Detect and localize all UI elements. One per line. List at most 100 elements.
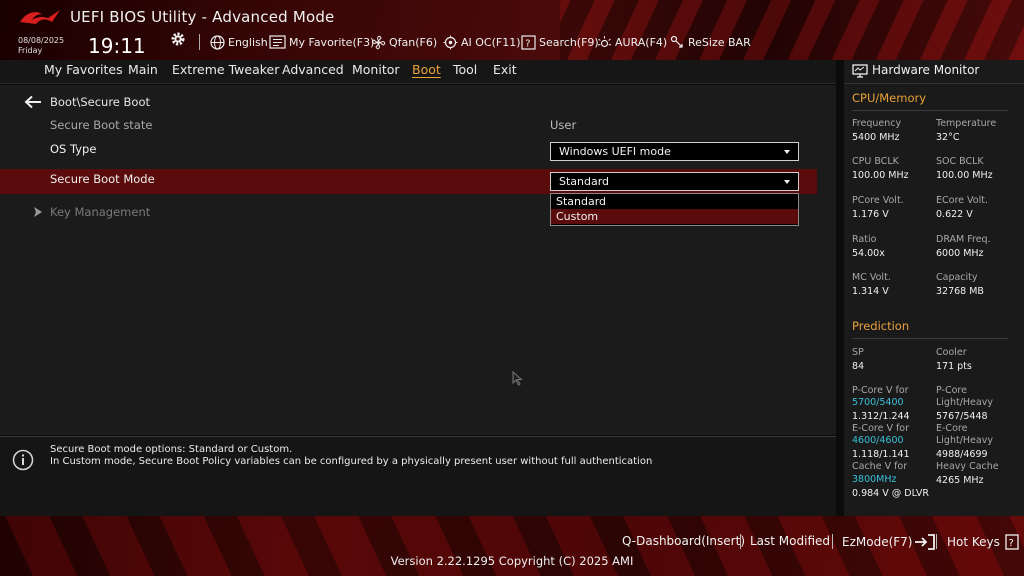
tab-advanced[interactable]: Advanced: [282, 62, 344, 77]
ecore-light-heavy-value: 4988/4699: [936, 449, 988, 460]
language-button[interactable]: English: [210, 34, 268, 50]
hot-keys-label: Hot Keys: [947, 535, 1000, 549]
monitor-icon: [852, 64, 868, 78]
os-type-select[interactable]: Windows UEFI mode: [550, 142, 799, 161]
tab-exit[interactable]: Exit: [493, 62, 517, 77]
cooler-value: 171 pts: [936, 361, 972, 372]
ecore-light-heavy-label-2: Light/Heavy: [936, 435, 993, 446]
secure-boot-mode-select[interactable]: Standard: [550, 172, 799, 191]
cache-v-for-frequency: 3800MHz: [852, 474, 897, 485]
mouse-cursor-icon: [512, 371, 523, 386]
clock: 19:11: [88, 34, 146, 58]
heavy-cache-label: Heavy Cache: [936, 461, 999, 472]
last-modified-button[interactable]: Last Modified: [750, 534, 830, 548]
tab-main[interactable]: Main: [128, 62, 158, 77]
ratio-label: Ratio: [852, 234, 877, 245]
help-bar: Secure Boot mode options: Standard or Cu…: [0, 436, 836, 516]
language-label: English: [228, 35, 268, 49]
ecore-v-for-label: E-Core V for: [852, 423, 910, 434]
favorite-list-icon: [269, 35, 286, 49]
info-icon: [12, 449, 34, 471]
search-label: Search(F9): [539, 35, 599, 49]
ecore-light-heavy-label-1: E-Core: [936, 423, 968, 434]
date-display: 08/08/2025 Friday: [18, 36, 64, 56]
ratio-value: 54.00x: [852, 248, 885, 259]
tab-my-favorites[interactable]: My Favorites: [44, 62, 123, 77]
tab-tool[interactable]: Tool: [453, 62, 477, 77]
ai-oc-button[interactable]: AI OC(F11): [443, 34, 521, 50]
ezmode-label: EzMode(F7): [842, 535, 913, 549]
aura-button[interactable]: AURA(F4): [597, 34, 667, 50]
heavy-cache-value: 4265 MHz: [936, 475, 984, 486]
chevron-down-icon: [784, 150, 790, 154]
secure-boot-state-value: User: [550, 118, 577, 132]
ecore-v-for-frequency: 4600/4600: [852, 435, 904, 446]
os-type-label[interactable]: OS Type: [50, 142, 96, 156]
soc-bclk-value: 100.00 MHz: [936, 170, 993, 181]
search-button[interactable]: ? Search(F9): [521, 34, 599, 50]
hardware-monitor-panel: Hardware Monitor CPU/Memory Frequency 54…: [844, 60, 1024, 516]
pcore-light-heavy-value: 5767/5448: [936, 411, 988, 422]
secure-boot-mode-label[interactable]: Secure Boot Mode: [50, 172, 155, 186]
cpu-memory-heading: CPU/Memory: [852, 91, 927, 105]
dropdown-option-standard[interactable]: Standard: [551, 194, 798, 209]
pcore-volt-value: 1.176 V: [852, 209, 889, 220]
key-management-item[interactable]: Key Management: [50, 205, 150, 219]
hot-keys-button[interactable]: Hot Keys ?: [947, 534, 1019, 550]
my-favorite-button[interactable]: My Favorite(F3): [269, 34, 374, 50]
date-text: 08/08/2025: [18, 36, 65, 45]
temperature-label: Temperature: [936, 118, 997, 129]
cache-v-for-value: 0.984 V @ DLVR: [852, 488, 929, 499]
fan-icon: [371, 35, 386, 49]
submenu-arrow-icon: [34, 207, 42, 217]
tab-monitor[interactable]: Monitor: [352, 62, 400, 77]
os-type-value: Windows UEFI mode: [559, 145, 671, 158]
pcore-light-heavy-label-2: Light/Heavy: [936, 397, 993, 408]
aura-light-icon: [597, 35, 612, 47]
capacity-value: 32768 MB: [936, 286, 984, 297]
cooler-label: Cooler: [936, 347, 967, 358]
ezmode-button[interactable]: EzMode(F7): [842, 534, 936, 550]
dropdown-option-custom[interactable]: Custom: [551, 209, 798, 224]
gear-icon[interactable]: [170, 31, 186, 47]
my-favorite-label: My Favorite(F3): [289, 35, 375, 49]
help-icon: ?: [1005, 534, 1019, 550]
day-text: Friday: [18, 46, 43, 55]
footer-divider: [936, 534, 937, 549]
secure-boot-mode-value: Standard: [559, 175, 610, 188]
mc-volt-label: MC Volt.: [852, 272, 891, 283]
section-divider: [852, 110, 1008, 111]
header-bar: UEFI BIOS Utility - Advanced Mode 08/08/…: [0, 0, 1024, 60]
pcore-light-heavy-label-1: P-Core: [936, 385, 967, 396]
tab-boot[interactable]: Boot: [412, 62, 441, 77]
secure-boot-state-label: Secure Boot state: [50, 118, 153, 132]
cpu-bclk-value: 100.00 MHz: [852, 170, 909, 181]
hardware-monitor-title: Hardware Monitor: [872, 63, 980, 77]
capacity-label: Capacity: [936, 272, 978, 283]
section-divider: [852, 338, 1008, 339]
dram-freq-value: 6000 MHz: [936, 248, 984, 259]
aura-label: AURA(F4): [615, 35, 668, 49]
resize-bar-button[interactable]: ReSize BAR: [670, 34, 751, 50]
qfan-button[interactable]: Qfan(F6): [371, 34, 437, 50]
pcore-volt-label: PCore Volt.: [852, 195, 904, 206]
chevron-down-icon: [784, 180, 790, 184]
app-title: UEFI BIOS Utility - Advanced Mode: [70, 8, 335, 26]
sp-label: SP: [852, 347, 864, 358]
tab-extreme-tweaker[interactable]: Extreme Tweaker: [172, 62, 279, 77]
sp-value: 84: [852, 361, 865, 372]
help-text-line-1: Secure Boot mode options: Standard or Cu…: [50, 444, 293, 455]
cache-v-for-label: Cache V for: [852, 461, 908, 472]
exit-arrow-icon: [915, 534, 936, 550]
pcore-v-for-value: 1.312/1.244: [852, 411, 910, 422]
back-arrow-icon[interactable]: [24, 95, 42, 109]
resize-bar-icon: [670, 35, 683, 48]
ai-oc-label: AI OC(F11): [461, 35, 521, 49]
hardware-monitor-header: Hardware Monitor: [844, 60, 1024, 84]
pcore-v-for-label: P-Core V for: [852, 385, 909, 396]
q-dashboard-button[interactable]: Q-Dashboard(Insert): [622, 534, 745, 548]
main-panel: Boot\Secure Boot Secure Boot state User …: [0, 85, 836, 435]
mc-volt-value: 1.314 V: [852, 286, 889, 297]
help-search-icon: ?: [521, 34, 536, 50]
pcore-v-for-frequency: 5700/5400: [852, 397, 904, 408]
